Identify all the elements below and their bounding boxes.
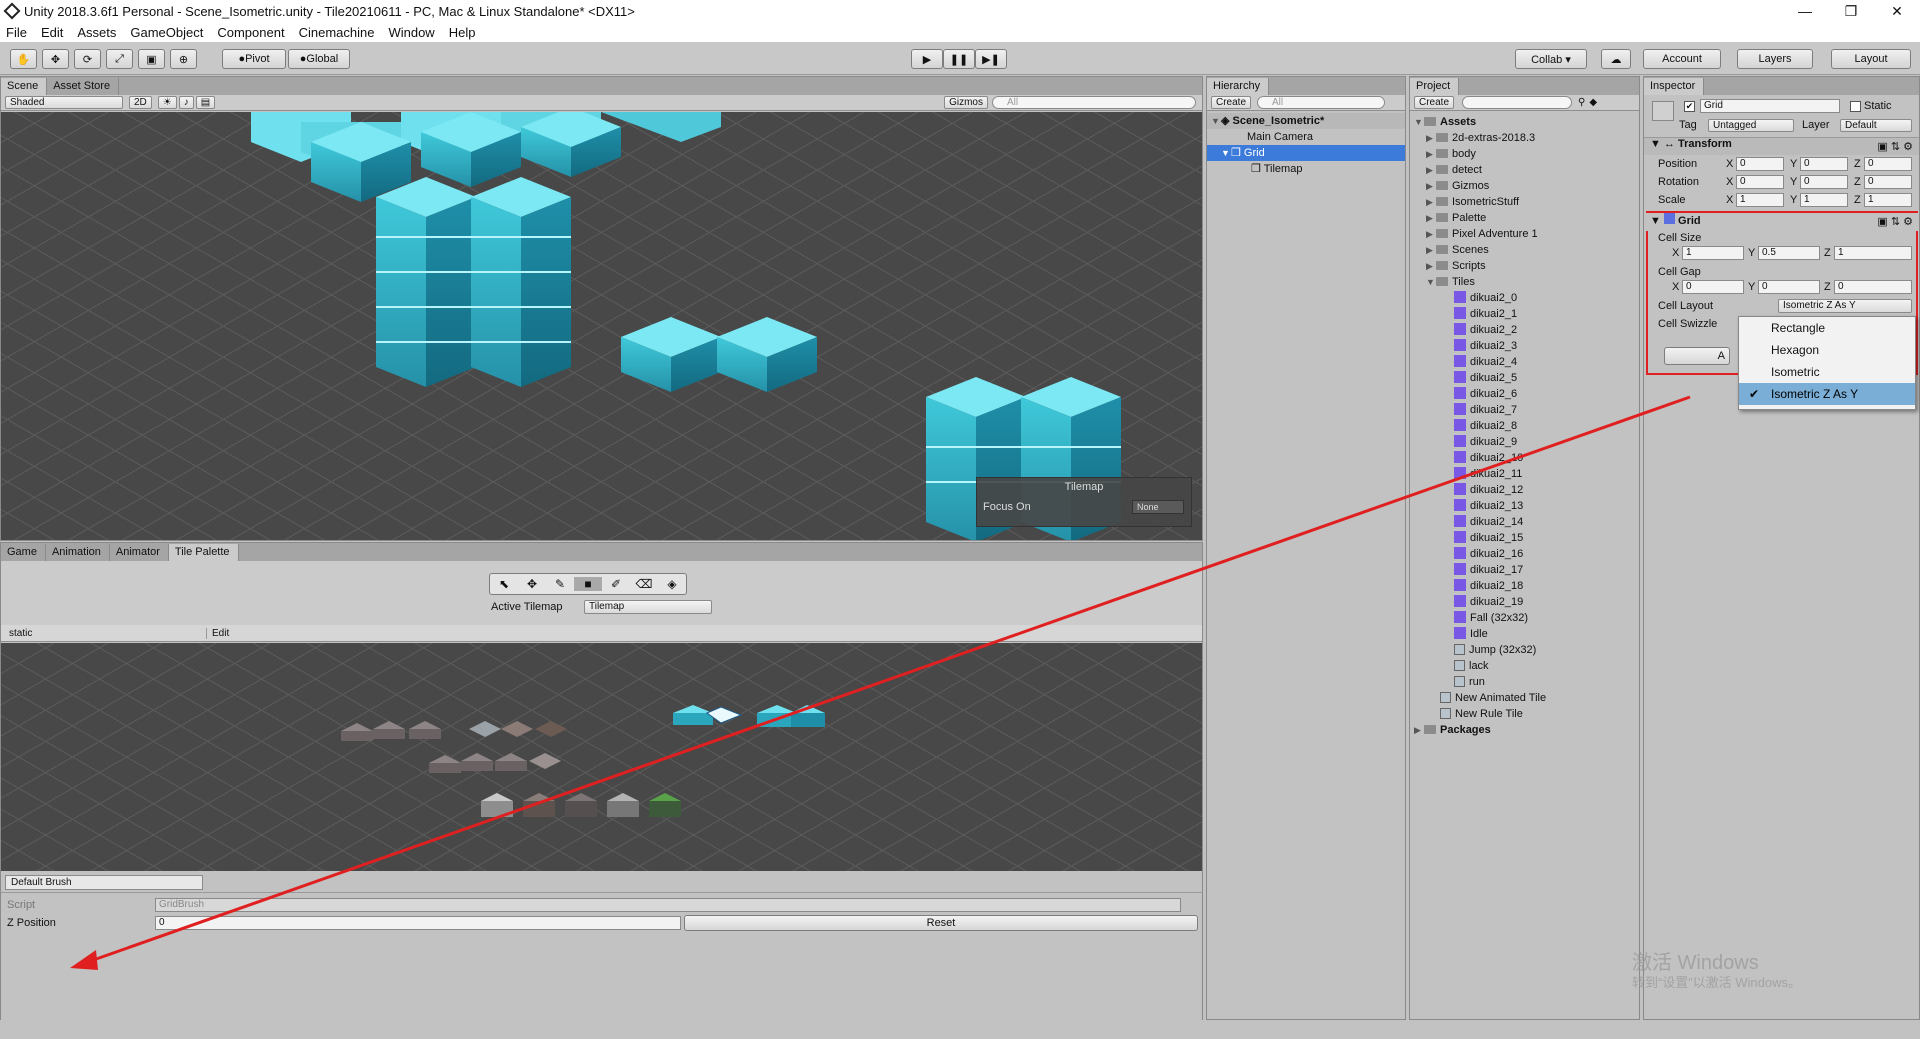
windows-watermark-title: 激活 Windows: [1632, 952, 1759, 974]
windows-watermark-sub: 转到“设置”以激活 Windows。: [1632, 975, 1802, 990]
annotation-arrow: [70, 395, 1691, 970]
